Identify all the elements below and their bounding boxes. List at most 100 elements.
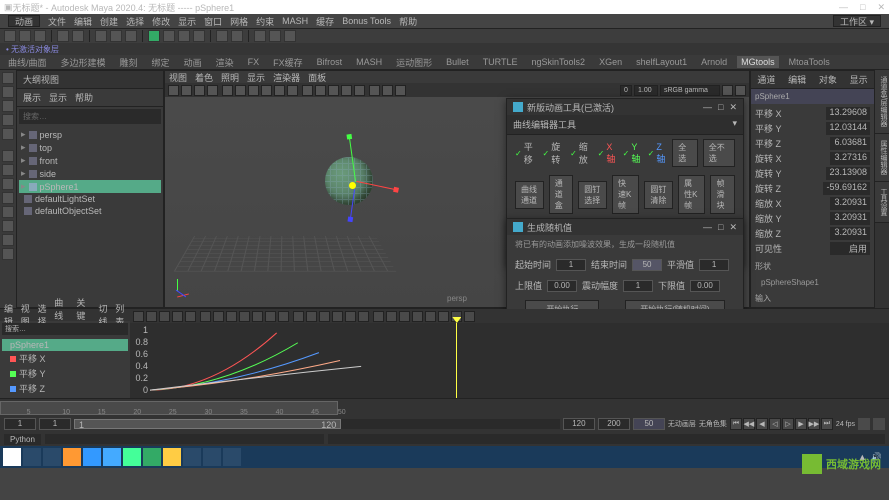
layout-graph-icon[interactable]	[2, 234, 14, 246]
taskbar-app[interactable]	[103, 448, 121, 466]
module-dropdown[interactable]: 动画	[8, 15, 40, 27]
btn-select-all[interactable]: 全选	[672, 139, 698, 167]
shelf-tab[interactable]: 渲染	[212, 55, 238, 70]
dialog-min[interactable]: —	[703, 222, 712, 233]
gizmo-origin[interactable]	[349, 182, 356, 189]
ge-tool[interactable]	[293, 311, 304, 322]
collapse-icon[interactable]: ▾	[732, 118, 737, 131]
vp-tool[interactable]	[261, 85, 272, 96]
vp-field2[interactable]: 1.00	[634, 85, 658, 96]
vp-field1[interactable]: 0	[620, 85, 632, 96]
check-y[interactable]: Y轴	[623, 142, 643, 165]
ge-tool[interactable]	[399, 311, 410, 322]
outliner-search[interactable]: 搜索…	[19, 109, 161, 124]
layout-two-icon[interactable]	[2, 178, 14, 190]
menu-mash[interactable]: MASH	[282, 16, 308, 26]
menu-create[interactable]: 创建	[100, 15, 118, 28]
vp-tool[interactable]	[315, 85, 326, 96]
range-start[interactable]: 1	[4, 418, 36, 430]
spin-upper[interactable]: 0.00	[547, 280, 577, 292]
vp-tool[interactable]	[194, 85, 205, 96]
vp-tool[interactable]	[341, 85, 352, 96]
check-z[interactable]: Z轴	[648, 142, 668, 165]
cb-prop-vis[interactable]: 可见性启用	[755, 241, 870, 256]
ge-obj[interactable]: pSphere1	[2, 339, 128, 351]
btn-attr-key[interactable]: 属性K帧	[678, 175, 705, 214]
time-slider[interactable]: 5 10 15 20 25 30 35 40 45 50	[0, 398, 889, 416]
play-next[interactable]: ▶	[795, 418, 807, 430]
cb-prop-rz[interactable]: 旋转 Z-59.69162	[755, 181, 870, 196]
ge-tool[interactable]	[133, 311, 144, 322]
vp-tool[interactable]	[207, 85, 218, 96]
command-input[interactable]	[45, 434, 324, 444]
vp-tool[interactable]	[287, 85, 298, 96]
tool-save[interactable]	[34, 30, 46, 42]
outliner-set-light[interactable]: defaultLightSet	[19, 193, 161, 205]
btn-pin-clear[interactable]: 圆钉清除	[644, 181, 673, 209]
play-stepback[interactable]: ◀◀	[743, 418, 755, 430]
tool-scale-icon[interactable]	[2, 128, 14, 140]
shelf-tab[interactable]: FX	[244, 56, 264, 68]
autokey-button[interactable]	[858, 418, 870, 430]
cb-prop-tz[interactable]: 平移 Z6.03681	[755, 136, 870, 151]
tool-select-icon[interactable]	[2, 72, 14, 84]
vp-tool[interactable]	[722, 85, 733, 96]
ge-tool[interactable]	[345, 311, 356, 322]
current-frame[interactable]: 50	[633, 418, 665, 430]
play-end[interactable]: 120	[563, 418, 595, 430]
rtab-attr[interactable]: 属性编辑器	[875, 134, 889, 182]
btn-frame-slider[interactable]: 帧滑块	[710, 175, 735, 214]
menu-bonus[interactable]: Bonus Tools	[342, 16, 391, 26]
shelf-tab[interactable]: ngSkinTools2	[528, 56, 590, 68]
cb-prop-sx[interactable]: 缩放 X3.20931	[755, 196, 870, 211]
ge-tool[interactable]	[146, 311, 157, 322]
vp-menu-renderer[interactable]: 渲染器	[273, 71, 300, 84]
ge-tool[interactable]	[306, 311, 317, 322]
ge-tool[interactable]	[425, 311, 436, 322]
ge-chan-ty[interactable]: 平移 Y	[2, 366, 128, 381]
cb-prop-rx[interactable]: 旋转 X3.27316	[755, 151, 870, 166]
outliner-cam-top[interactable]: ▸top	[19, 141, 161, 154]
vp-menu-shading[interactable]: 着色	[195, 71, 213, 84]
shelf-tab[interactable]: XGen	[595, 56, 626, 68]
menu-select[interactable]: 选择	[126, 15, 144, 28]
vp-tool[interactable]	[354, 85, 365, 96]
prefs-button[interactable]	[873, 418, 885, 430]
btn-curve-channel[interactable]: 曲线通道	[515, 181, 544, 209]
vp-tool[interactable]	[235, 85, 246, 96]
btn-channel-box[interactable]: 通道盒	[549, 175, 574, 214]
shelf-tab[interactable]: TURTLE	[479, 56, 522, 68]
taskbar-app[interactable]	[123, 448, 141, 466]
taskbar-app[interactable]	[163, 448, 181, 466]
ge-tool[interactable]	[278, 311, 289, 322]
dialog-max[interactable]: □	[718, 102, 723, 113]
play-rewind[interactable]: ⏮	[730, 418, 742, 430]
layout-single-icon[interactable]	[2, 150, 14, 162]
tool-new[interactable]	[4, 30, 16, 42]
ge-curves[interactable]	[150, 323, 889, 398]
taskbar-app[interactable]	[183, 448, 201, 466]
close-button[interactable]: ✕	[877, 2, 885, 13]
shelf-tab[interactable]: 绑定	[148, 55, 174, 70]
ge-tool[interactable]	[438, 311, 449, 322]
menu-display[interactable]: 显示	[178, 15, 196, 28]
script-lang-dropdown[interactable]: Python	[4, 434, 41, 445]
ge-tool[interactable]	[185, 311, 196, 322]
spin-end[interactable]: 50	[632, 259, 662, 271]
search-button[interactable]	[23, 448, 41, 466]
vp-menu-lighting[interactable]: 照明	[221, 71, 239, 84]
tool-undo[interactable]	[57, 30, 69, 42]
btn-quick-key[interactable]: 快速K帧	[612, 175, 639, 214]
vp-tool[interactable]	[395, 85, 406, 96]
outliner-tab-display[interactable]: 展示	[23, 91, 41, 104]
ge-tool[interactable]	[265, 311, 276, 322]
viewport-object-sphere[interactable]	[325, 157, 373, 205]
cb-tab-channel[interactable]: 通道	[751, 71, 782, 88]
rtab-channel[interactable]: 通道盒/层编辑器	[875, 70, 889, 134]
tool-redo[interactable]	[72, 30, 84, 42]
ge-tool[interactable]	[172, 311, 183, 322]
ge-tool[interactable]	[252, 311, 263, 322]
menu-modify[interactable]: 修改	[152, 15, 170, 28]
tool-render[interactable]	[216, 30, 228, 42]
outliner-tab-help[interactable]: 帮助	[75, 91, 93, 104]
